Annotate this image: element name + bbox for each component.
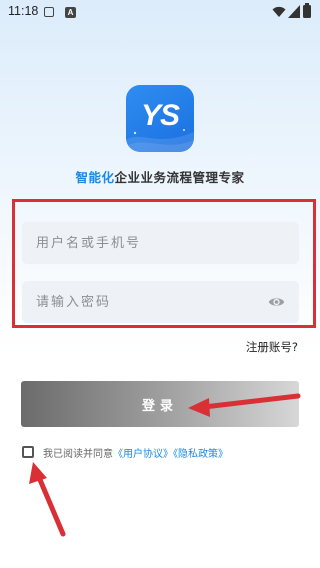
logo-wave-decoration bbox=[126, 129, 194, 152]
eye-icon[interactable] bbox=[268, 294, 285, 310]
password-field[interactable] bbox=[22, 281, 299, 323]
wifi-icon bbox=[272, 6, 286, 17]
privacy-policy-link[interactable]: 《隐私政策》 bbox=[173, 449, 228, 460]
status-time: 11:18 bbox=[8, 4, 39, 18]
password-input[interactable] bbox=[22, 281, 299, 323]
register-link[interactable]: 注册账号? bbox=[246, 339, 298, 355]
notification-square-icon bbox=[44, 7, 54, 17]
text-a-icon: A bbox=[65, 7, 76, 18]
username-field[interactable] bbox=[22, 222, 299, 264]
agreement-prefix: 我已阅读并同意 bbox=[43, 449, 113, 460]
battery-icon bbox=[303, 3, 311, 18]
app-slogan: 智能化企业业务流程管理专家 bbox=[0, 167, 320, 186]
username-input[interactable] bbox=[22, 222, 299, 264]
status-bar: 11:18 A bbox=[0, 0, 320, 24]
login-button[interactable]: 登录 bbox=[21, 381, 299, 427]
signal-icon bbox=[288, 5, 300, 18]
slogan-text: 企业业务流程管理专家 bbox=[114, 170, 245, 185]
agreement-text: 我已阅读并同意《用户协议》《隐私政策》 bbox=[43, 445, 228, 460]
agreement-checkbox[interactable] bbox=[22, 446, 34, 458]
user-agreement-link[interactable]: 《用户协议》 bbox=[113, 449, 173, 460]
slogan-accent: 智能化 bbox=[75, 170, 115, 185]
app-logo: YS bbox=[126, 85, 194, 152]
